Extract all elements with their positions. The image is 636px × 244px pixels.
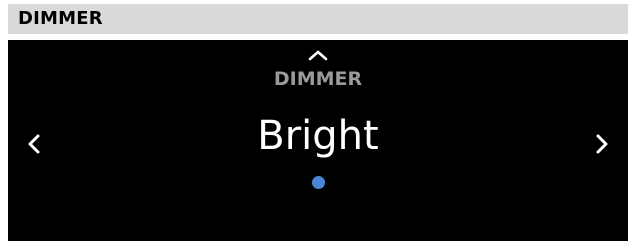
section-header: DIMMER — [8, 4, 628, 34]
current-value: Bright — [257, 113, 379, 159]
page-indicator-dot — [312, 176, 325, 189]
menu-label: DIMMER — [273, 68, 363, 90]
section-title: DIMMER — [18, 8, 103, 29]
device-display: DIMMER Bright — [8, 40, 628, 241]
chevron-right-icon[interactable] — [594, 133, 610, 155]
chevron-up-icon[interactable] — [307, 49, 329, 61]
